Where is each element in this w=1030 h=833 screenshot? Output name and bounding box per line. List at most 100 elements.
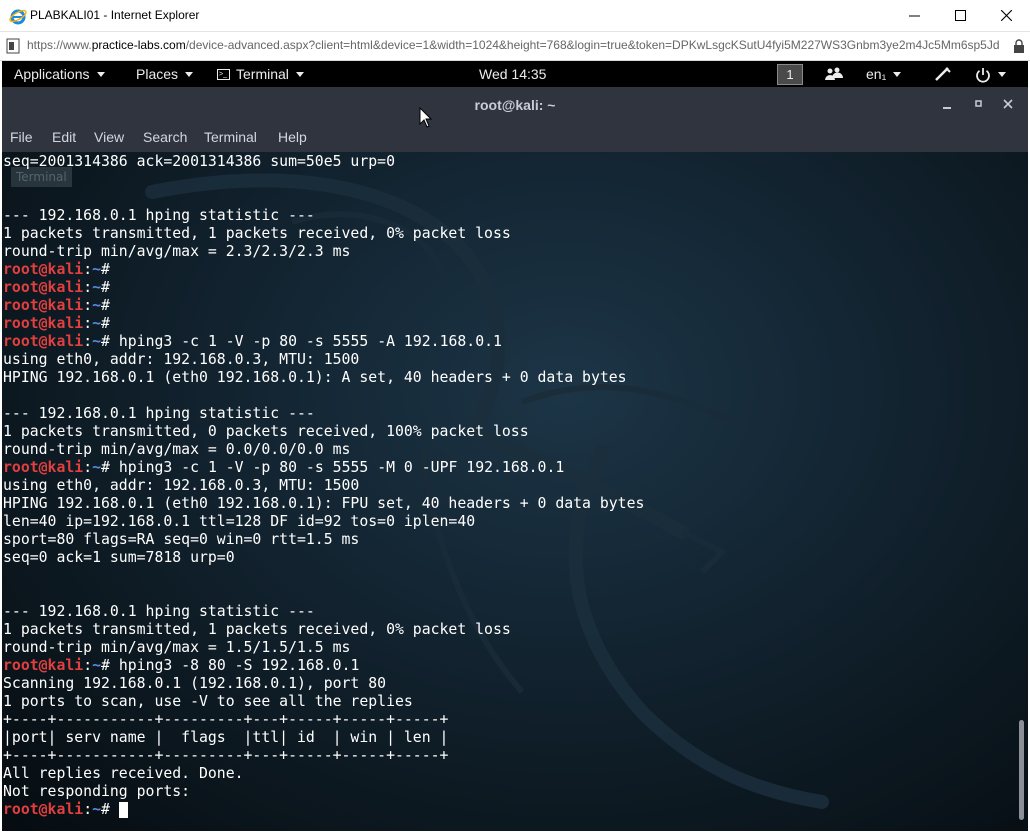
prompt-colon: : [83,801,93,818]
menu-edit[interactable]: Edit [52,129,76,145]
menu-view[interactable]: View [94,129,124,145]
terminal-maximize-button[interactable] [974,97,984,112]
output-text: 1 ports to scan, use -V to see all the r… [3,693,413,710]
output-text: using eth0, addr: 192.168.0.3, MTU: 1500 [3,477,360,494]
terminal-output-line: len=40 ip=192.168.0.1 ttl=128 DF id=92 t… [3,513,644,531]
output-text: HPING 192.168.0.1 (eth0 192.168.0.1): FP… [3,495,645,512]
menu-file[interactable]: File [10,129,33,145]
applications-menu[interactable]: Applications [14,66,105,82]
system-menu[interactable] [975,66,1006,83]
prompt-symbol: # [101,801,119,818]
prompt-path: ~ [92,657,102,674]
terminal-text: seq=2001314386 ack=2001314386 sum=50e5 u… [3,153,644,819]
close-icon [1003,99,1013,109]
terminal-title-bar[interactable]: root@kali: ~ [2,87,1028,123]
applications-label: Applications [14,66,90,82]
menu-search[interactable]: Search [143,129,187,145]
prompt-symbol: # [101,459,119,476]
terminal-prompt-line: root@kali:~# hping3 -8 80 -S 192.168.0.1 [3,657,644,675]
terminal-prompt-line: root@kali:~# [3,801,644,819]
command-text: hping3 -c 1 -V -p 80 -s 5555 -A 192.168.… [118,333,502,350]
terminal-output-area[interactable]: Terminal seq=2001314386 ack=2001314386 s… [2,152,1028,831]
terminal-output-line: 1 ports to scan, use -V to see all the r… [3,693,644,711]
terminal-prompt-line: root@kali:~# [3,261,644,279]
output-text: using eth0, addr: 192.168.0.3, MTU: 1500 [3,351,360,368]
terminal-prompt-line: root@kali:~# hping3 -c 1 -V -p 80 -s 555… [3,333,644,351]
terminal-output-line: --- 192.168.0.1 hping statistic --- [3,603,644,621]
output-text: len=40 ip=192.168.0.1 ttl=128 DF id=92 t… [3,513,476,530]
output-text: sport=80 flags=RA seq=0 win=0 rtt=1.5 ms [3,531,360,548]
terminal-app-label: Terminal [236,66,289,82]
workspace-indicator[interactable]: 1 [777,64,803,85]
scroll-thumb[interactable] [1019,720,1024,820]
terminal-output-line: 1 packets transmitted, 0 packets receive… [3,423,644,441]
output-text: round-trip min/avg/max = 0.0/0.0/0.0 ms [3,441,351,458]
terminal-output-line: seq=0 ack=1 sum=7818 urp=0 [3,549,644,567]
command-text: hping3 -8 80 -S 192.168.0.1 [118,657,360,674]
page-icon [6,38,20,54]
places-menu[interactable]: Places [136,66,194,82]
output-text: seq=0 ack=1 sum=7818 urp=0 [3,549,235,566]
output-text: Not responding ports: [3,783,191,800]
minimize-button[interactable] [891,0,937,31]
terminal-title: root@kali: ~ [474,97,556,113]
prompt-colon: : [83,657,93,674]
terminal-minimize-button[interactable] [942,97,952,112]
url-path: /device-advanced.aspx?client=html&device… [185,38,1000,52]
prompt-symbol: # [101,315,119,332]
prompt-path: ~ [92,279,102,296]
terminal-prompt-line: root@kali:~# [3,279,644,297]
terminal-output-line: 1 packets transmitted, 1 packets receive… [3,621,644,639]
close-icon [1000,10,1012,21]
chevron-down-icon [295,71,304,77]
output-text: --- 192.168.0.1 hping statistic --- [3,405,315,422]
output-text: +----+-----------+---------+---+-----+--… [3,711,449,728]
terminal-scrollbar[interactable] [1015,152,1028,831]
window-title: PLABKALI01 - Internet Explorer [30,8,200,22]
prompt-path: ~ [92,315,102,332]
terminal-output-line: round-trip min/avg/max = 1.5/1.5/1.5 ms [3,639,644,657]
prompt-symbol: # [101,333,119,350]
prompt-user: root@kali [3,261,84,278]
output-text: round-trip min/avg/max = 2.3/2.3/2.3 ms [3,243,351,260]
terminal-close-button[interactable] [1003,97,1013,112]
menu-help[interactable]: Help [278,129,307,145]
maximize-button[interactable] [937,0,983,31]
terminal-output-line: Not responding ports: [3,783,644,801]
people-icon[interactable] [824,67,844,81]
address-bar[interactable]: https://www.practice-labs.com/device-adv… [0,31,1030,61]
mouse-pointer-icon [419,107,433,128]
menu-terminal[interactable]: Terminal [204,129,257,145]
terminal-output-line: HPING 192.168.0.1 (eth0 192.168.0.1): FP… [3,495,644,513]
prompt-colon: : [83,261,93,278]
output-text: |port| serv name | flags |ttl| id | win … [3,729,449,746]
remote-desktop[interactable]: Applications Places >_ Terminal Wed 14:35… [2,61,1028,831]
terminal-output-line: HPING 192.168.0.1 (eth0 192.168.0.1): A … [3,369,644,387]
terminal-output-line: round-trip min/avg/max = 2.3/2.3/2.3 ms [3,243,644,261]
input-language-menu[interactable]: en₁ [866,66,902,82]
prompt-path: ~ [92,801,102,818]
places-label: Places [136,66,179,82]
terminal-app-menu[interactable]: >_ Terminal [217,66,304,82]
prompt-user: root@kali [3,459,84,476]
chevron-down-icon [96,71,105,77]
output-text: All replies received. Done. [3,765,244,782]
pen-tool-icon[interactable] [934,66,952,82]
output-text: 1 packets transmitted, 1 packets receive… [3,621,511,638]
output-text: 1 packets transmitted, 0 packets receive… [3,423,529,440]
terminal-prompt-line: root@kali:~# [3,315,644,333]
lock-icon[interactable] [1013,39,1025,53]
prompt-symbol: # [101,297,119,314]
prompt-symbol: # [101,261,119,278]
clock[interactable]: Wed 14:35 [479,66,546,82]
prompt-path: ~ [92,333,102,350]
prompt-symbol: # [101,657,119,674]
close-button[interactable] [983,0,1029,31]
terminal-icon: >_ [217,68,230,80]
output-text: round-trip min/avg/max = 1.5/1.5/1.5 ms [3,639,351,656]
url-text[interactable]: https://www.practice-labs.com/device-adv… [27,38,1009,52]
